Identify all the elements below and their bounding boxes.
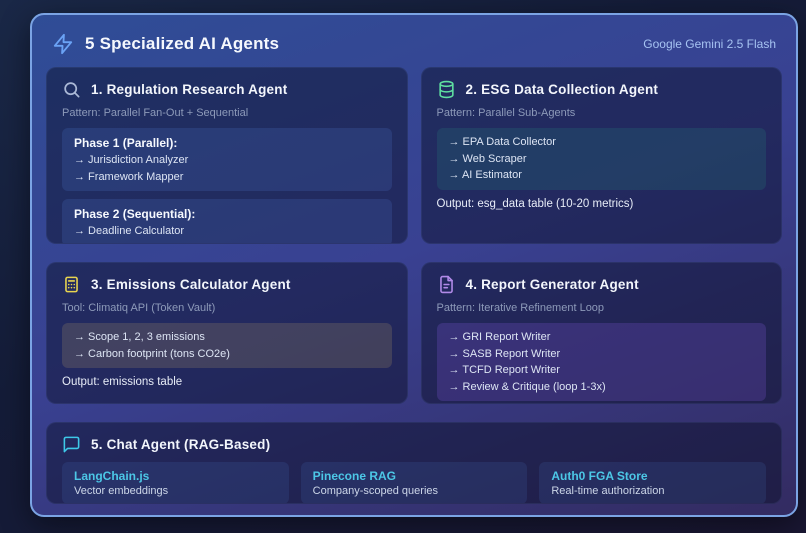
box-item: → GRI Report Writer xyxy=(448,331,551,343)
tool-label: Tool: Climatiq API (Token Vault) xyxy=(62,302,216,314)
emissions-box: → Scope 1, 2, 3 emissions → Carbon footp… xyxy=(62,323,392,368)
tool-name: LangChain.js xyxy=(74,469,150,483)
box-item: → Review & Critique (loop 1-3x) xyxy=(448,380,606,393)
phase-heading: Phase 2 (Sequential): xyxy=(74,207,196,221)
search-icon xyxy=(62,80,81,99)
file-text-icon xyxy=(437,275,456,294)
tool-desc: Real-time authorization xyxy=(551,485,665,497)
box-item: → Scope 1, 2, 3 emissions xyxy=(74,331,205,343)
box-item: → Web Scraper xyxy=(448,152,527,165)
card-esg-data-collection-agent: 2. ESG Data Collection Agent Pattern: Pa… xyxy=(420,67,782,244)
box-item: → Jurisdiction Analyzer xyxy=(74,154,189,166)
tool-pinecone: Pinecone RAG Company-scoped queries xyxy=(300,462,528,503)
panel-header: 5 Specialized AI Agents Google Gemini 2.… xyxy=(46,27,782,61)
card-chat-agent: 5. Chat Agent (RAG-Based) LangChain.js V… xyxy=(46,422,782,504)
pattern-label: Pattern: Parallel Sub-Agents xyxy=(436,107,576,119)
tool-desc: Vector embeddings xyxy=(74,485,169,497)
card-title: 3. Emissions Calculator Agent xyxy=(91,277,291,292)
box-item: → Deadline Calculator xyxy=(74,225,185,237)
tool-name: Auth0 FGA Store xyxy=(551,469,648,483)
card-emissions-calculator-agent: 3. Emissions Calculator Agent Tool: Clim… xyxy=(46,262,408,404)
tool-desc: Company-scoped queries xyxy=(312,485,439,497)
card-report-generator-agent: 4. Report Generator Agent Pattern: Itera… xyxy=(420,262,782,404)
page-title: 5 Specialized AI Agents xyxy=(85,34,280,53)
box-item: → Carbon footprint (tons CO2e) xyxy=(74,347,230,360)
tool-auth0: Auth0 FGA Store Real-time authorization xyxy=(539,462,766,503)
box-item: → SASB Report Writer xyxy=(448,347,561,360)
pattern-label: Pattern: Parallel Fan-Out + Sequential xyxy=(62,107,249,119)
card-title: 5. Chat Agent (RAG-Based) xyxy=(91,437,271,452)
model-badge: Google Gemini 2.5 Flash xyxy=(643,37,776,51)
pattern-label: Pattern: Iterative Refinement Loop xyxy=(436,302,605,314)
box-item: → TCFD Report Writer xyxy=(448,364,560,376)
lightning-icon xyxy=(52,33,74,55)
phase-heading: Phase 1 (Parallel): xyxy=(74,136,178,150)
phase-2-box: Phase 2 (Sequential): → Deadline Calcula… xyxy=(62,199,392,243)
agents-panel: 5 Specialized AI Agents Google Gemini 2.… xyxy=(30,13,798,517)
output-label: Output: emissions table xyxy=(62,376,183,388)
phase-1-box: Phase 1 (Parallel): → Jurisdiction Analy… xyxy=(62,128,392,191)
box-item: → AI Estimator xyxy=(448,169,522,181)
box-item: → EPA Data Collector xyxy=(448,136,556,148)
tool-name: Pinecone RAG xyxy=(312,469,397,483)
report-writers-box: → GRI Report Writer → SASB Report Writer… xyxy=(436,323,766,401)
card-title: 2. ESG Data Collection Agent xyxy=(465,82,659,97)
calculator-icon xyxy=(62,275,81,294)
database-icon xyxy=(437,80,456,99)
sub-agents-box: → EPA Data Collector → Web Scraper → AI … xyxy=(436,128,766,190)
output-label: Output: esg_data table (10-20 metrics) xyxy=(436,197,634,210)
tool-langchain: LangChain.js Vector embeddings xyxy=(62,462,289,503)
box-item: → Framework Mapper xyxy=(74,170,184,183)
card-title: 4. Report Generator Agent xyxy=(465,277,639,292)
card-regulation-research-agent: 1. Regulation Research Agent Pattern: Pa… xyxy=(46,67,408,244)
chat-icon xyxy=(62,435,81,454)
card-title: 1. Regulation Research Agent xyxy=(91,82,288,97)
